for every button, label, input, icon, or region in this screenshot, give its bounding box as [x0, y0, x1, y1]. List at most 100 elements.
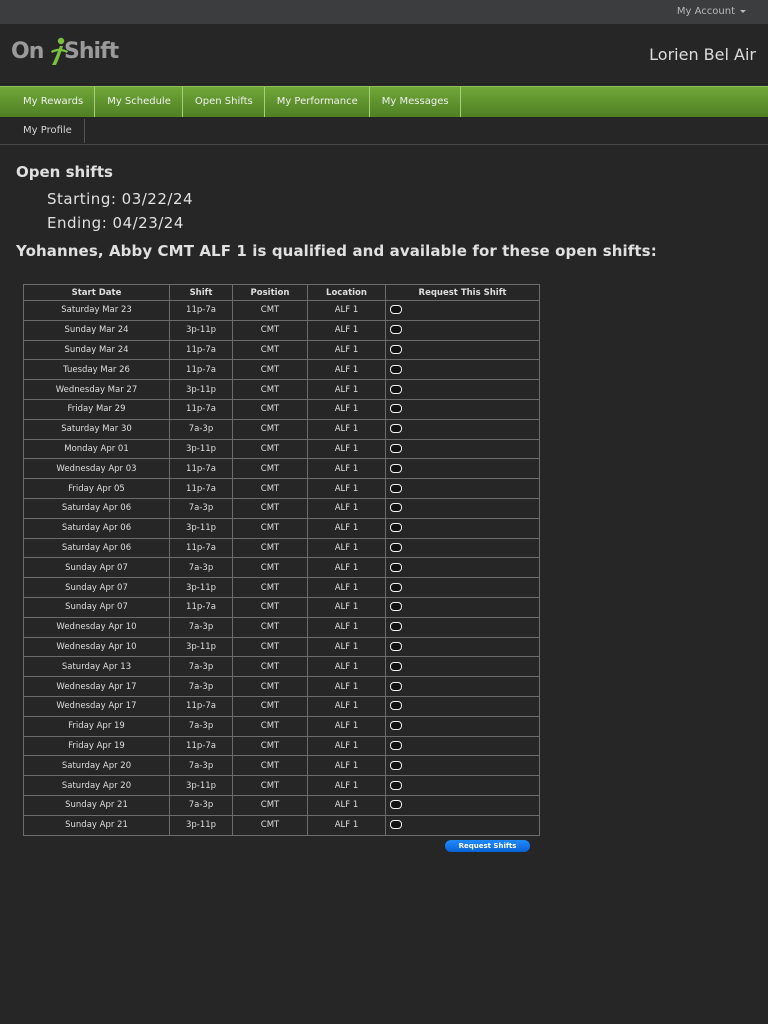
cell-position: CMT [232, 636, 308, 658]
cell-request [385, 300, 540, 321]
facility-name: Lorien Bel Air [649, 45, 756, 64]
request-shift-checkbox[interactable] [390, 641, 402, 651]
nav-my-messages[interactable]: My Messages [370, 87, 461, 117]
request-shift-checkbox[interactable] [390, 740, 402, 750]
request-shift-checkbox[interactable] [390, 780, 402, 790]
request-shift-checkbox[interactable] [390, 364, 402, 374]
nav-my-profile[interactable]: My Profile [0, 119, 85, 143]
request-shift-checkbox[interactable] [390, 404, 402, 414]
request-shift-checkbox[interactable] [390, 820, 402, 830]
request-shift-checkbox[interactable] [390, 424, 402, 434]
starting-date: Starting: 03/22/24 [47, 190, 194, 208]
cell-position: CMT [232, 339, 308, 361]
request-shift-checkbox[interactable] [390, 582, 402, 592]
table-row: Saturday Apr 06 11p-7a CMT ALF 1 [23, 537, 540, 559]
request-shift-checkbox[interactable] [390, 443, 402, 453]
request-shift-checkbox[interactable] [390, 523, 402, 533]
cell-request [385, 636, 540, 658]
nav-my-rewards[interactable]: My Rewards [0, 87, 96, 117]
cell-start-date: Wednesday Mar 27 [23, 379, 170, 400]
request-shift-checkbox[interactable] [390, 503, 402, 513]
cell-location: ALF 1 [307, 418, 386, 440]
cell-position: CMT [232, 794, 308, 816]
request-shift-checkbox[interactable] [390, 661, 402, 671]
table-row: Wednesday Apr 10 7a-3p CMT ALF 1 [23, 616, 540, 638]
cell-request [385, 715, 540, 737]
cell-location: ALF 1 [307, 557, 386, 579]
cell-location: ALF 1 [307, 695, 386, 717]
cell-start-date: Saturday Apr 20 [23, 775, 170, 796]
request-shift-checkbox[interactable] [390, 562, 402, 572]
cell-position: CMT [232, 359, 308, 381]
header: On Shift Lorien Bel Air [0, 24, 768, 86]
request-shift-checkbox[interactable] [390, 305, 402, 315]
cell-position: CMT [232, 656, 308, 678]
nav-my-schedule[interactable]: My Schedule [95, 87, 183, 117]
top-bar: My Account [0, 0, 768, 24]
table-row: Saturday Mar 23 11p-7a CMT ALF 1 [23, 300, 540, 321]
request-shift-checkbox[interactable] [390, 701, 402, 711]
table-row: Sunday Apr 07 7a-3p CMT ALF 1 [23, 557, 540, 579]
nav-open-shifts[interactable]: Open Shifts [183, 87, 265, 117]
request-shift-checkbox[interactable] [390, 602, 402, 612]
cell-shift: 7a-3p [169, 794, 233, 816]
request-shift-checkbox[interactable] [390, 760, 402, 770]
cell-shift: 11p-7a [169, 537, 233, 559]
nav-my-performance[interactable]: My Performance [265, 87, 370, 117]
request-shift-checkbox[interactable] [390, 483, 402, 493]
cell-location: ALF 1 [307, 359, 386, 381]
request-shift-checkbox[interactable] [390, 800, 402, 810]
request-shift-checkbox[interactable] [390, 721, 402, 731]
cell-start-date: Friday Apr 19 [23, 735, 170, 757]
my-account-menu[interactable]: My Account [677, 6, 746, 17]
table-row: Saturday Apr 13 7a-3p CMT ALF 1 [23, 656, 540, 678]
request-shift-checkbox[interactable] [390, 344, 402, 354]
cell-location: ALF 1 [307, 458, 386, 480]
cell-request [385, 656, 540, 678]
cell-start-date: Saturday Apr 20 [23, 755, 170, 777]
cell-location: ALF 1 [307, 775, 386, 796]
cell-start-date: Friday Apr 19 [23, 715, 170, 737]
sub-nav: My Profile [0, 117, 768, 145]
onshift-logo[interactable]: On Shift [11, 37, 119, 73]
table-row: Saturday Apr 06 7a-3p CMT ALF 1 [23, 497, 540, 519]
cell-start-date: Saturday Mar 23 [23, 300, 170, 321]
cell-shift: 3p-11p [169, 319, 233, 341]
cell-start-date: Sunday Mar 24 [23, 319, 170, 341]
request-shift-checkbox[interactable] [390, 542, 402, 552]
request-shift-checkbox[interactable] [390, 681, 402, 691]
cell-start-date: Tuesday Mar 26 [23, 359, 170, 381]
cell-request [385, 319, 540, 341]
request-shift-checkbox[interactable] [390, 384, 402, 394]
cell-request [385, 379, 540, 400]
request-shift-checkbox[interactable] [390, 325, 402, 335]
cell-position: CMT [232, 715, 308, 737]
table-row: Wednesday Mar 27 3p-11p CMT ALF 1 [23, 379, 540, 400]
cell-start-date: Friday Apr 05 [23, 478, 170, 499]
cell-shift: 11p-7a [169, 458, 233, 480]
caret-down-icon [740, 9, 746, 13]
table-row: Sunday Apr 21 7a-3p CMT ALF 1 [23, 794, 540, 816]
table-body: Saturday Mar 23 11p-7a CMT ALF 1 Sunday Mar … [23, 300, 540, 836]
table-row: Saturday Apr 06 3p-11p CMT ALF 1 [23, 517, 540, 539]
page-title: Open shifts [16, 163, 113, 181]
cell-start-date: Saturday Apr 06 [23, 497, 170, 519]
cell-request [385, 735, 540, 757]
header-shift: Shift [169, 284, 233, 301]
request-shift-checkbox[interactable] [390, 463, 402, 473]
cell-start-date: Sunday Mar 24 [23, 339, 170, 361]
cell-request [385, 398, 540, 420]
cell-start-date: Sunday Apr 07 [23, 596, 170, 618]
cell-position: CMT [232, 814, 308, 836]
cell-location: ALF 1 [307, 517, 386, 539]
request-shift-checkbox[interactable] [390, 622, 402, 632]
cell-position: CMT [232, 676, 308, 697]
cell-shift: 3p-11p [169, 517, 233, 539]
cell-position: CMT [232, 418, 308, 440]
cell-shift: 7a-3p [169, 656, 233, 678]
request-shifts-button[interactable]: Request Shifts [445, 840, 530, 852]
table-row: Wednesday Apr 10 3p-11p CMT ALF 1 [23, 636, 540, 658]
cell-request [385, 616, 540, 638]
cell-start-date: Sunday Apr 21 [23, 814, 170, 836]
cell-shift: 7a-3p [169, 557, 233, 579]
